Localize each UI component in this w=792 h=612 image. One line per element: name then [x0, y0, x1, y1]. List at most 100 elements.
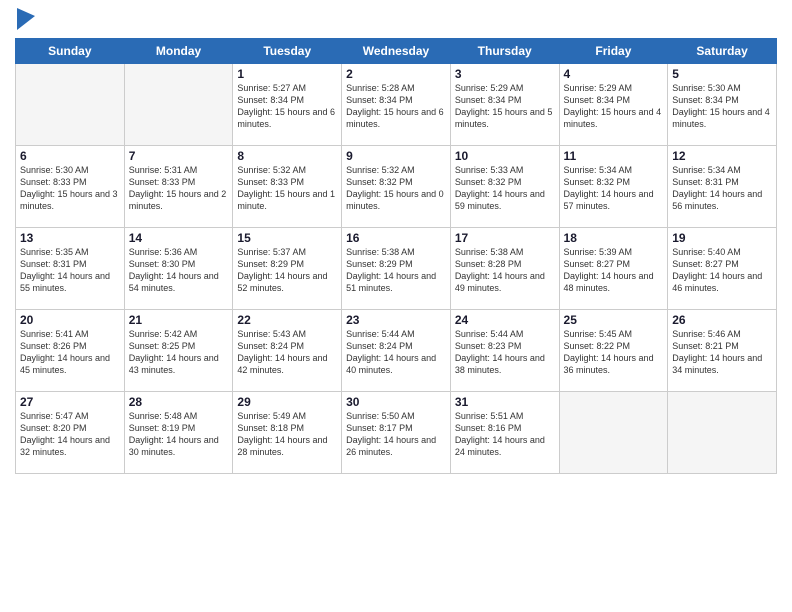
day-info: Sunrise: 5:29 AM Sunset: 8:34 PM Dayligh…: [564, 82, 664, 131]
calendar-week-row: 1Sunrise: 5:27 AM Sunset: 8:34 PM Daylig…: [16, 64, 777, 146]
day-info: Sunrise: 5:37 AM Sunset: 8:29 PM Dayligh…: [237, 246, 337, 295]
day-number: 26: [672, 313, 772, 327]
col-monday: Monday: [124, 39, 233, 64]
calendar-week-row: 20Sunrise: 5:41 AM Sunset: 8:26 PM Dayli…: [16, 310, 777, 392]
day-number: 10: [455, 149, 555, 163]
day-number: 22: [237, 313, 337, 327]
calendar-day-cell: [559, 392, 668, 474]
calendar-week-row: 27Sunrise: 5:47 AM Sunset: 8:20 PM Dayli…: [16, 392, 777, 474]
day-info: Sunrise: 5:45 AM Sunset: 8:22 PM Dayligh…: [564, 328, 664, 377]
logo-text: [15, 10, 35, 30]
calendar-day-cell: 30Sunrise: 5:50 AM Sunset: 8:17 PM Dayli…: [342, 392, 451, 474]
header: [15, 10, 777, 30]
calendar-day-cell: 21Sunrise: 5:42 AM Sunset: 8:25 PM Dayli…: [124, 310, 233, 392]
day-info: Sunrise: 5:39 AM Sunset: 8:27 PM Dayligh…: [564, 246, 664, 295]
calendar-day-cell: 29Sunrise: 5:49 AM Sunset: 8:18 PM Dayli…: [233, 392, 342, 474]
calendar-day-cell: 24Sunrise: 5:44 AM Sunset: 8:23 PM Dayli…: [450, 310, 559, 392]
day-info: Sunrise: 5:48 AM Sunset: 8:19 PM Dayligh…: [129, 410, 229, 459]
day-number: 18: [564, 231, 664, 245]
weekday-header-row: Sunday Monday Tuesday Wednesday Thursday…: [16, 39, 777, 64]
calendar-day-cell: 12Sunrise: 5:34 AM Sunset: 8:31 PM Dayli…: [668, 146, 777, 228]
calendar-day-cell: 25Sunrise: 5:45 AM Sunset: 8:22 PM Dayli…: [559, 310, 668, 392]
day-number: 27: [20, 395, 120, 409]
calendar-day-cell: 16Sunrise: 5:38 AM Sunset: 8:29 PM Dayli…: [342, 228, 451, 310]
col-sunday: Sunday: [16, 39, 125, 64]
calendar-day-cell: 18Sunrise: 5:39 AM Sunset: 8:27 PM Dayli…: [559, 228, 668, 310]
calendar-day-cell: 11Sunrise: 5:34 AM Sunset: 8:32 PM Dayli…: [559, 146, 668, 228]
calendar-day-cell: 13Sunrise: 5:35 AM Sunset: 8:31 PM Dayli…: [16, 228, 125, 310]
day-info: Sunrise: 5:50 AM Sunset: 8:17 PM Dayligh…: [346, 410, 446, 459]
col-tuesday: Tuesday: [233, 39, 342, 64]
day-number: 31: [455, 395, 555, 409]
calendar-day-cell: 5Sunrise: 5:30 AM Sunset: 8:34 PM Daylig…: [668, 64, 777, 146]
calendar-day-cell: 28Sunrise: 5:48 AM Sunset: 8:19 PM Dayli…: [124, 392, 233, 474]
calendar-day-cell: 2Sunrise: 5:28 AM Sunset: 8:34 PM Daylig…: [342, 64, 451, 146]
day-number: 20: [20, 313, 120, 327]
day-number: 11: [564, 149, 664, 163]
day-info: Sunrise: 5:30 AM Sunset: 8:34 PM Dayligh…: [672, 82, 772, 131]
day-number: 9: [346, 149, 446, 163]
col-friday: Friday: [559, 39, 668, 64]
day-number: 14: [129, 231, 229, 245]
day-info: Sunrise: 5:42 AM Sunset: 8:25 PM Dayligh…: [129, 328, 229, 377]
day-info: Sunrise: 5:27 AM Sunset: 8:34 PM Dayligh…: [237, 82, 337, 131]
day-number: 4: [564, 67, 664, 81]
day-info: Sunrise: 5:32 AM Sunset: 8:33 PM Dayligh…: [237, 164, 337, 213]
day-number: 17: [455, 231, 555, 245]
day-info: Sunrise: 5:43 AM Sunset: 8:24 PM Dayligh…: [237, 328, 337, 377]
logo: [15, 10, 35, 30]
day-number: 6: [20, 149, 120, 163]
day-number: 13: [20, 231, 120, 245]
day-number: 5: [672, 67, 772, 81]
col-wednesday: Wednesday: [342, 39, 451, 64]
day-number: 3: [455, 67, 555, 81]
day-info: Sunrise: 5:30 AM Sunset: 8:33 PM Dayligh…: [20, 164, 120, 213]
day-number: 24: [455, 313, 555, 327]
day-info: Sunrise: 5:38 AM Sunset: 8:29 PM Dayligh…: [346, 246, 446, 295]
day-number: 16: [346, 231, 446, 245]
day-info: Sunrise: 5:44 AM Sunset: 8:24 PM Dayligh…: [346, 328, 446, 377]
calendar-day-cell: 19Sunrise: 5:40 AM Sunset: 8:27 PM Dayli…: [668, 228, 777, 310]
day-number: 1: [237, 67, 337, 81]
calendar-day-cell: 26Sunrise: 5:46 AM Sunset: 8:21 PM Dayli…: [668, 310, 777, 392]
col-thursday: Thursday: [450, 39, 559, 64]
day-number: 21: [129, 313, 229, 327]
calendar-day-cell: 6Sunrise: 5:30 AM Sunset: 8:33 PM Daylig…: [16, 146, 125, 228]
calendar-day-cell: 4Sunrise: 5:29 AM Sunset: 8:34 PM Daylig…: [559, 64, 668, 146]
day-number: 29: [237, 395, 337, 409]
calendar-day-cell: 15Sunrise: 5:37 AM Sunset: 8:29 PM Dayli…: [233, 228, 342, 310]
day-number: 30: [346, 395, 446, 409]
day-number: 23: [346, 313, 446, 327]
calendar-day-cell: [124, 64, 233, 146]
day-info: Sunrise: 5:34 AM Sunset: 8:32 PM Dayligh…: [564, 164, 664, 213]
calendar-day-cell: [16, 64, 125, 146]
calendar-day-cell: 7Sunrise: 5:31 AM Sunset: 8:33 PM Daylig…: [124, 146, 233, 228]
calendar-week-row: 13Sunrise: 5:35 AM Sunset: 8:31 PM Dayli…: [16, 228, 777, 310]
day-info: Sunrise: 5:34 AM Sunset: 8:31 PM Dayligh…: [672, 164, 772, 213]
calendar-day-cell: 17Sunrise: 5:38 AM Sunset: 8:28 PM Dayli…: [450, 228, 559, 310]
calendar-day-cell: 1Sunrise: 5:27 AM Sunset: 8:34 PM Daylig…: [233, 64, 342, 146]
day-number: 19: [672, 231, 772, 245]
day-info: Sunrise: 5:47 AM Sunset: 8:20 PM Dayligh…: [20, 410, 120, 459]
calendar-day-cell: 14Sunrise: 5:36 AM Sunset: 8:30 PM Dayli…: [124, 228, 233, 310]
calendar-day-cell: 8Sunrise: 5:32 AM Sunset: 8:33 PM Daylig…: [233, 146, 342, 228]
calendar-day-cell: 9Sunrise: 5:32 AM Sunset: 8:32 PM Daylig…: [342, 146, 451, 228]
day-info: Sunrise: 5:28 AM Sunset: 8:34 PM Dayligh…: [346, 82, 446, 131]
calendar-day-cell: 22Sunrise: 5:43 AM Sunset: 8:24 PM Dayli…: [233, 310, 342, 392]
day-number: 12: [672, 149, 772, 163]
day-info: Sunrise: 5:40 AM Sunset: 8:27 PM Dayligh…: [672, 246, 772, 295]
day-number: 7: [129, 149, 229, 163]
day-info: Sunrise: 5:49 AM Sunset: 8:18 PM Dayligh…: [237, 410, 337, 459]
logo-icon: [17, 8, 35, 30]
day-info: Sunrise: 5:32 AM Sunset: 8:32 PM Dayligh…: [346, 164, 446, 213]
day-info: Sunrise: 5:33 AM Sunset: 8:32 PM Dayligh…: [455, 164, 555, 213]
calendar-day-cell: [668, 392, 777, 474]
day-info: Sunrise: 5:44 AM Sunset: 8:23 PM Dayligh…: [455, 328, 555, 377]
day-info: Sunrise: 5:41 AM Sunset: 8:26 PM Dayligh…: [20, 328, 120, 377]
day-number: 15: [237, 231, 337, 245]
day-info: Sunrise: 5:51 AM Sunset: 8:16 PM Dayligh…: [455, 410, 555, 459]
calendar-day-cell: 20Sunrise: 5:41 AM Sunset: 8:26 PM Dayli…: [16, 310, 125, 392]
calendar: Sunday Monday Tuesday Wednesday Thursday…: [15, 38, 777, 474]
day-info: Sunrise: 5:36 AM Sunset: 8:30 PM Dayligh…: [129, 246, 229, 295]
day-number: 8: [237, 149, 337, 163]
